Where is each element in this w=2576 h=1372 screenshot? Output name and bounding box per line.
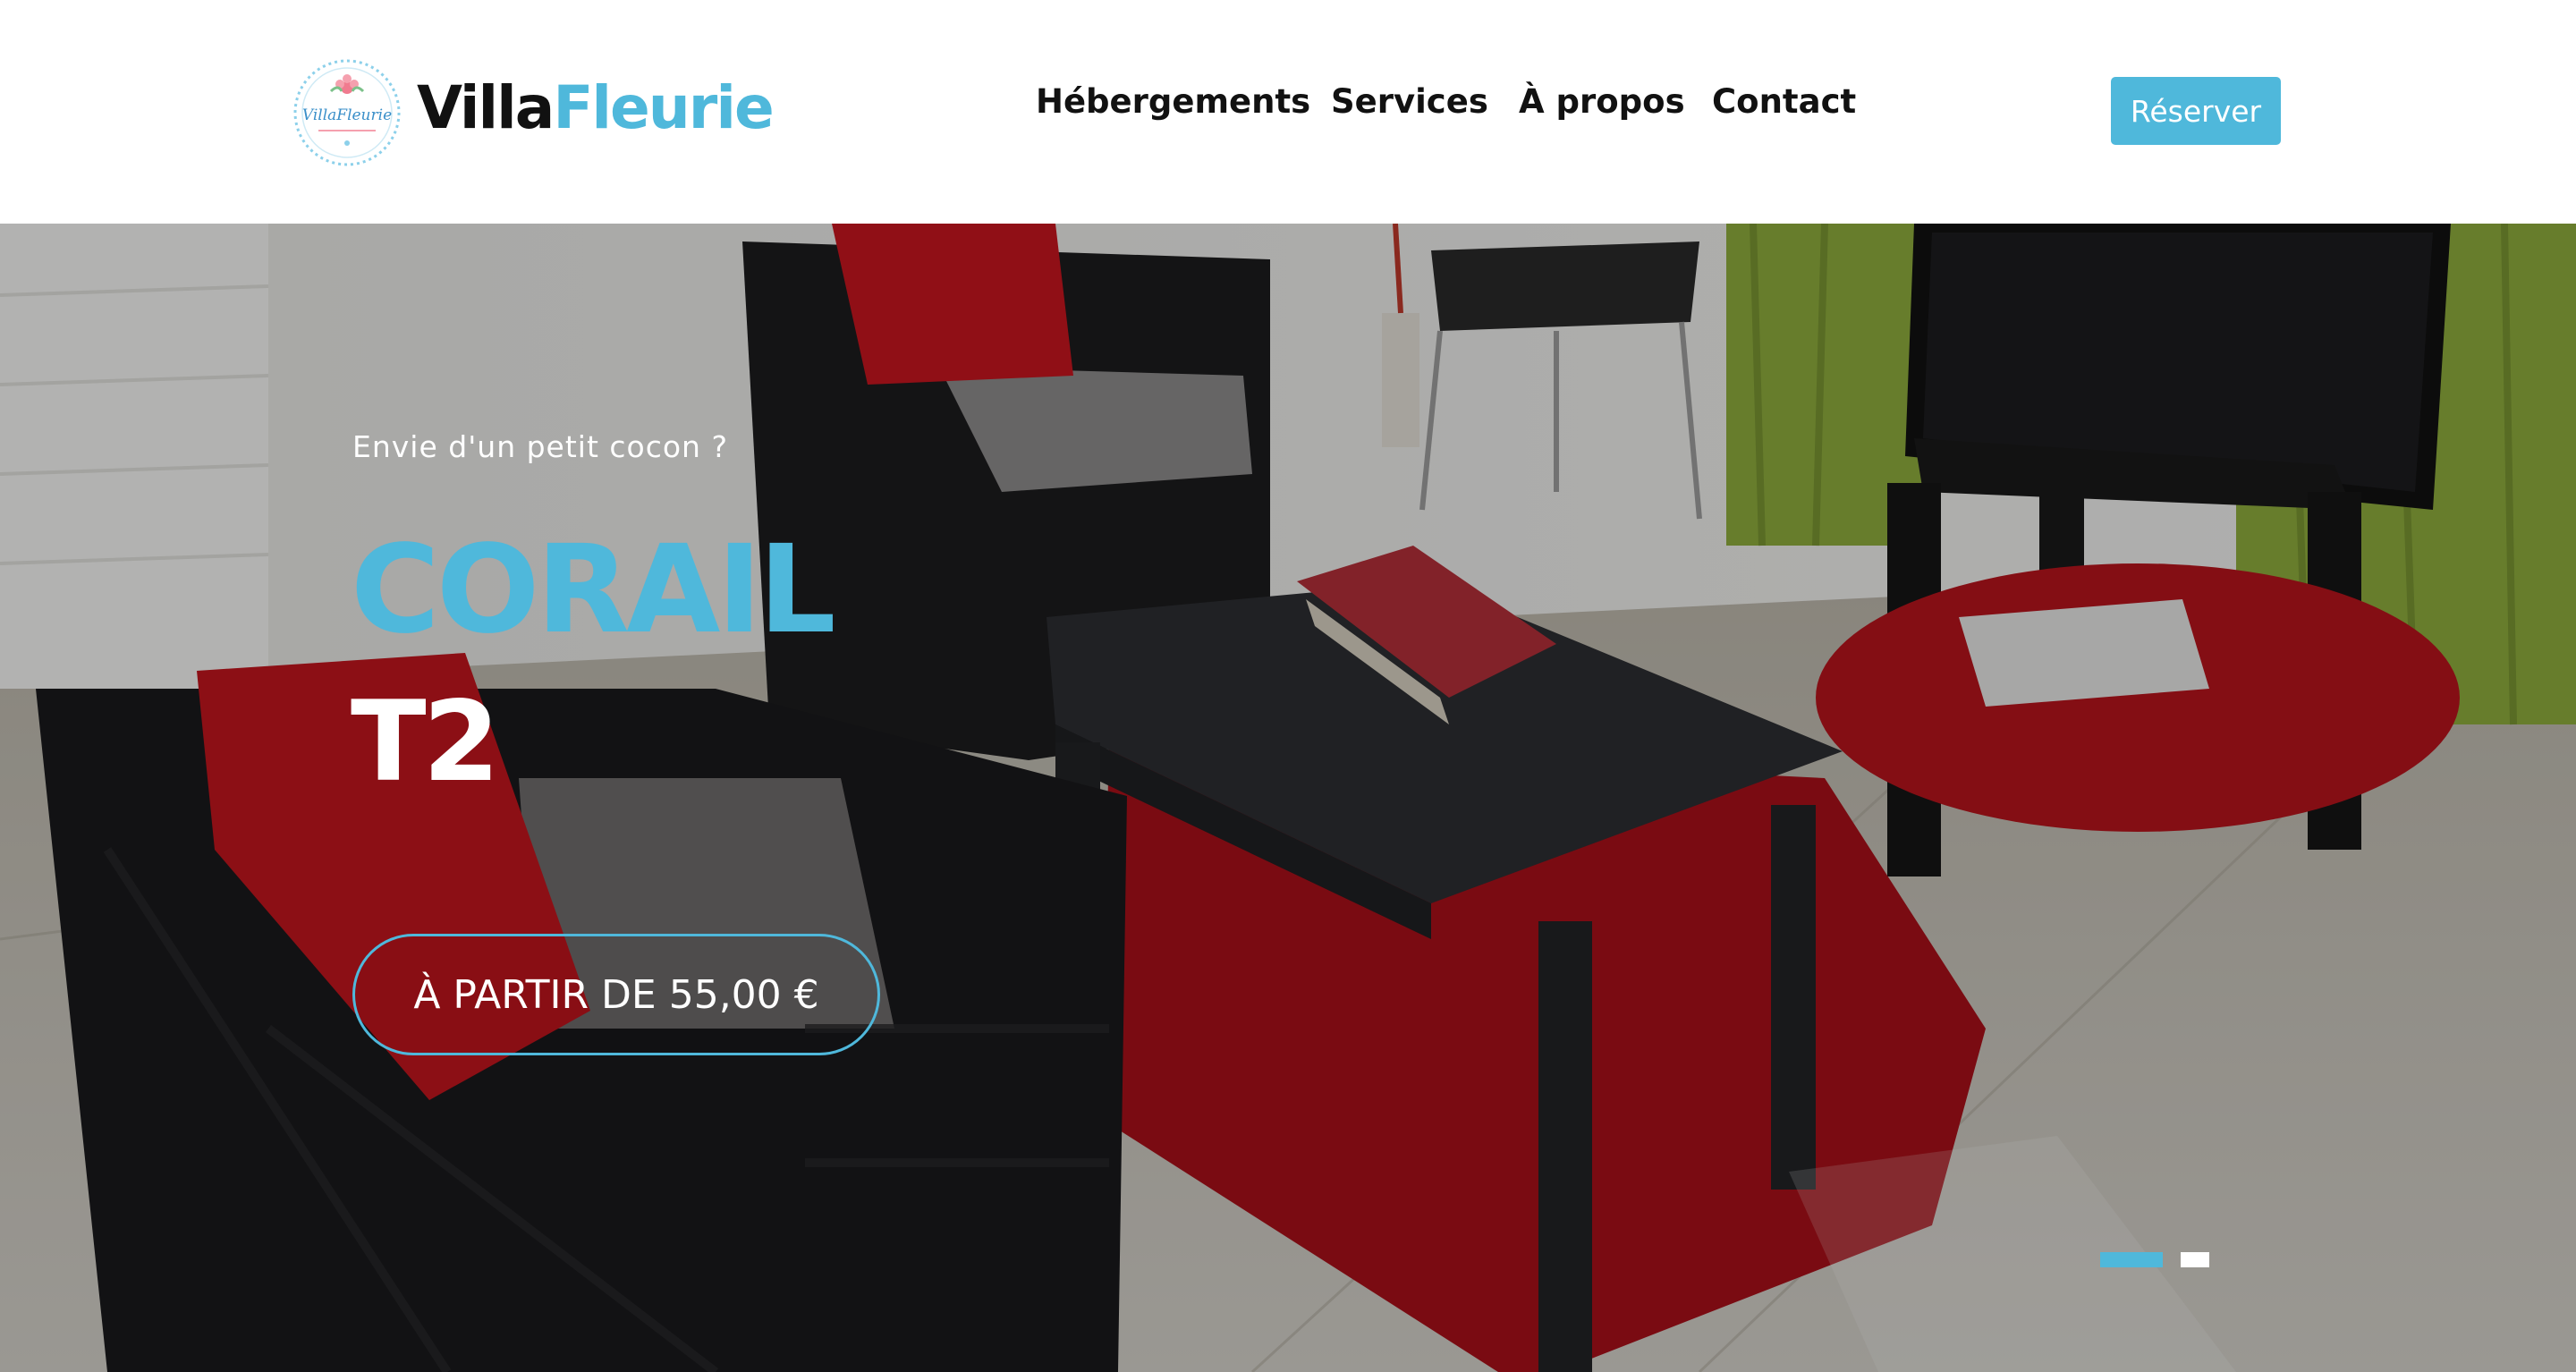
- price-from-button[interactable]: À PARTIR DE 55,00 €: [352, 934, 880, 1055]
- hero-slider: Envie d'un petit cocon ? CORAIL T2 À PAR…: [0, 224, 2576, 1372]
- nav-item-a-propos[interactable]: À propos: [1519, 79, 1685, 125]
- site-header: VillaFleurie VillaFleurie Hébergements S…: [0, 0, 2576, 224]
- slider-pagination: [0, 1252, 2576, 1270]
- nav-item-hebergements[interactable]: Hébergements: [1036, 79, 1310, 125]
- hero-kicker-text: Envie d'un petit cocon ?: [352, 429, 728, 464]
- slider-dot-2[interactable]: [2181, 1252, 2209, 1267]
- nav-item-contact[interactable]: Contact: [1712, 79, 1856, 125]
- reserve-button[interactable]: Réserver: [2111, 77, 2281, 145]
- hero-subtitle: T2: [351, 678, 500, 807]
- hero-title: CORAIL: [351, 520, 836, 661]
- nav-item-services[interactable]: Services: [1331, 79, 1488, 125]
- slider-dot-1-active[interactable]: [2100, 1252, 2163, 1267]
